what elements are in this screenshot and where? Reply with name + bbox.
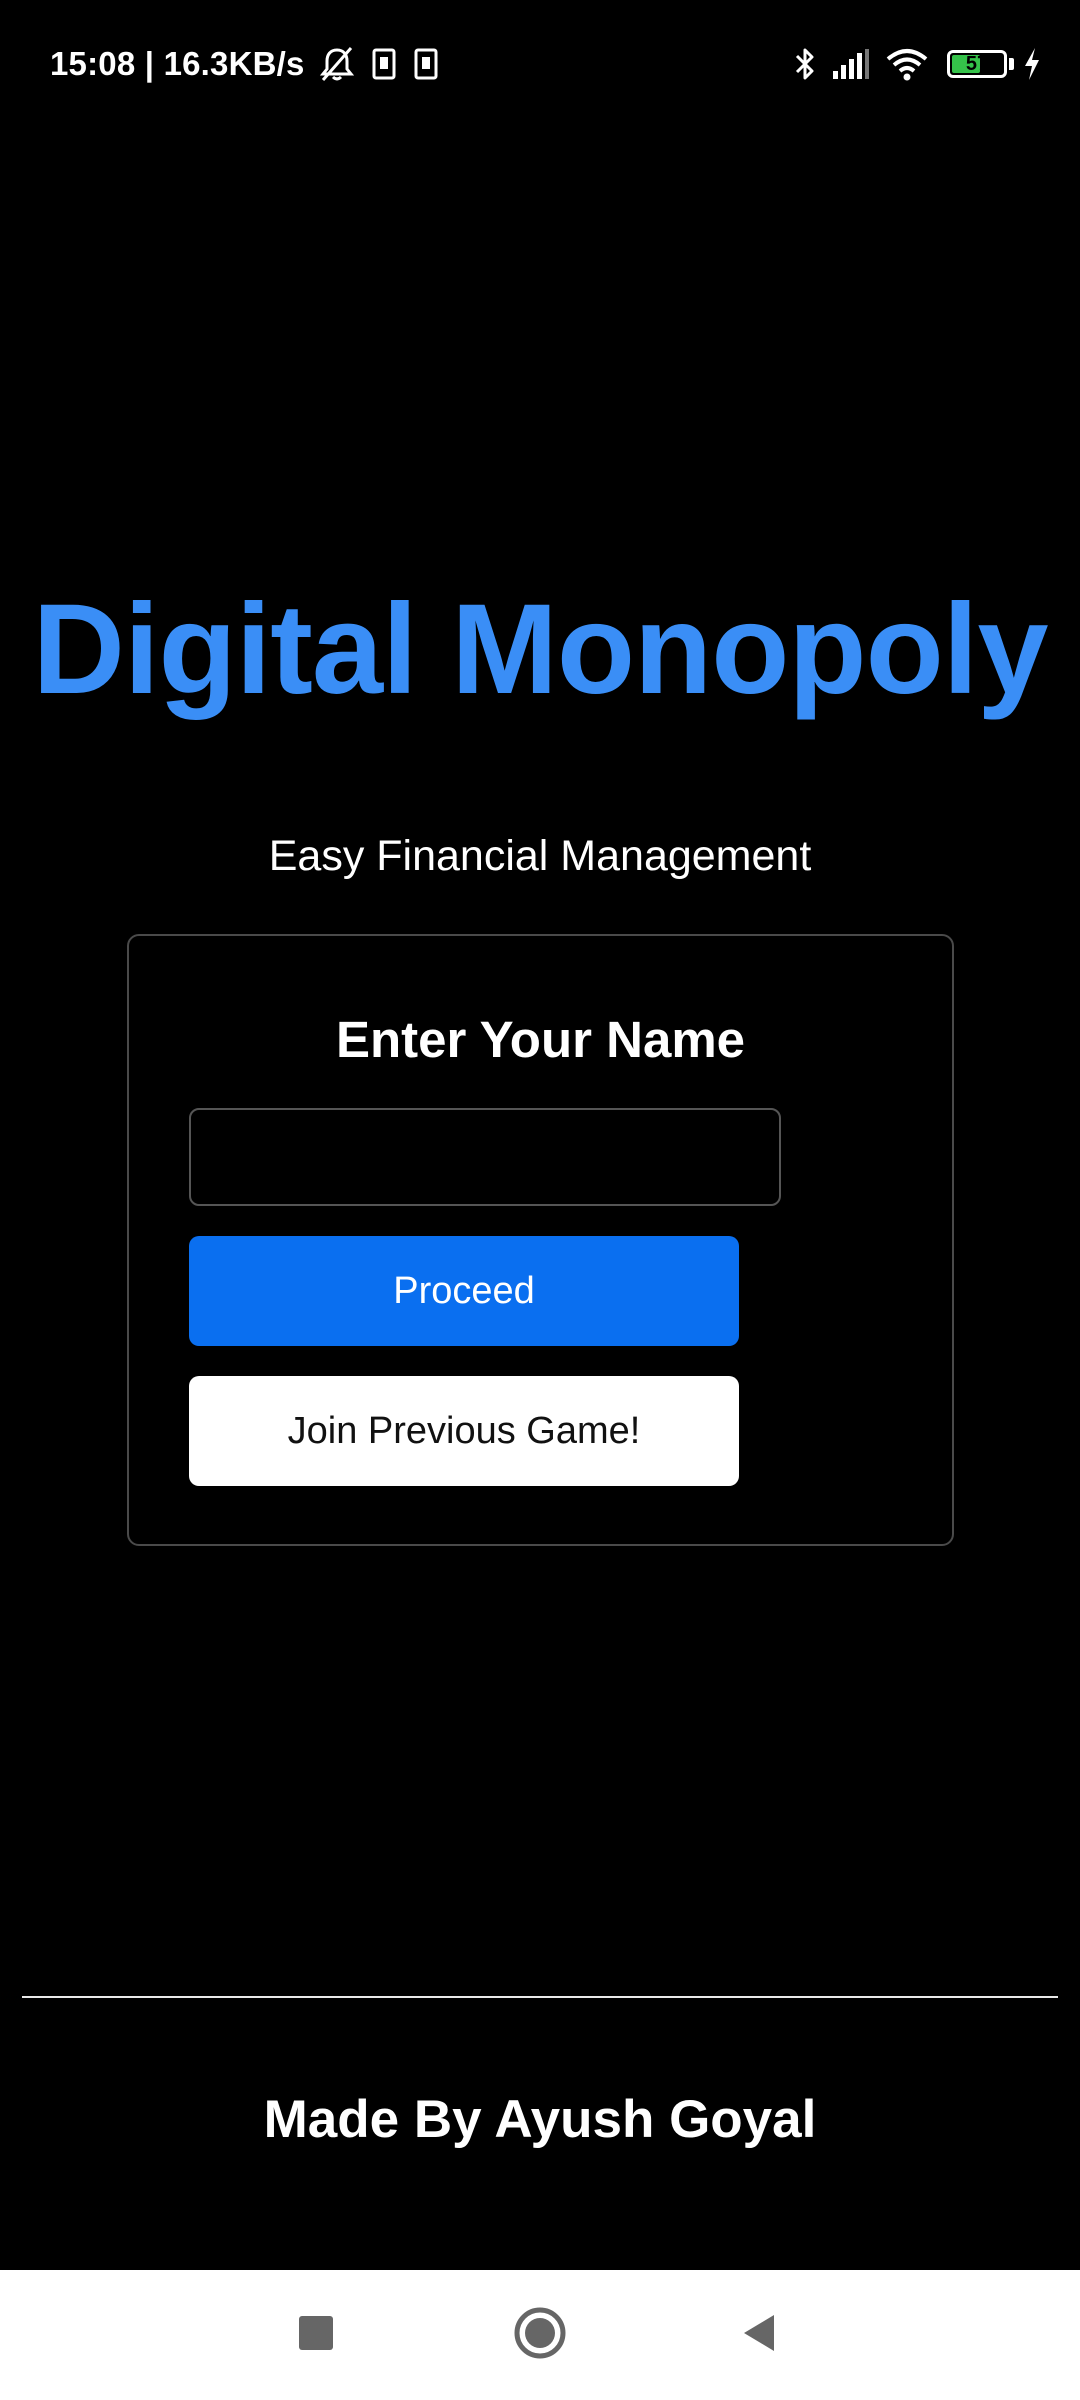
bluetooth-icon <box>793 45 817 83</box>
footer-credit: Made By Ayush Goyal <box>263 2090 817 2149</box>
app-subtitle: Easy Financial Management <box>268 832 812 880</box>
battery-level: 57 <box>965 53 989 75</box>
alarm-off-icon <box>317 44 357 84</box>
home-icon <box>512 2305 568 2366</box>
status-left: 15:08 | 16.3KB/s <box>50 42 441 86</box>
home-button[interactable] <box>480 2270 600 2400</box>
battery-indicator: 57 <box>947 50 1007 78</box>
battery-icon: 57 <box>947 50 1014 78</box>
charging-icon <box>1022 46 1042 82</box>
signal-icon <box>831 47 871 81</box>
app-title: Digital Monopoly <box>32 578 1049 721</box>
sim-card-icon <box>411 47 441 81</box>
recents-icon <box>296 2313 336 2358</box>
status-right: 57 <box>779 42 1042 86</box>
name-entry-card: Enter Your Name Proceed Join Previous Ga… <box>127 934 954 1546</box>
name-input[interactable] <box>189 1108 781 1206</box>
wifi-icon <box>885 46 929 82</box>
sim-card-icon <box>369 47 399 81</box>
back-icon <box>738 2311 782 2360</box>
status-bar: 15:08 | 16.3KB/s 57 <box>0 0 1080 128</box>
recents-button[interactable] <box>256 2270 376 2400</box>
card-heading: Enter Your Name <box>335 1011 746 1068</box>
proceed-button[interactable]: Proceed <box>189 1236 739 1346</box>
footer-divider <box>22 1996 1058 1998</box>
status-time-speed: 15:08 | 16.3KB/s <box>50 45 305 82</box>
navigation-bar <box>0 2270 1080 2400</box>
back-button[interactable] <box>700 2270 820 2400</box>
join-previous-game-button[interactable]: Join Previous Game! <box>189 1376 739 1486</box>
battery-cap <box>1009 58 1014 70</box>
